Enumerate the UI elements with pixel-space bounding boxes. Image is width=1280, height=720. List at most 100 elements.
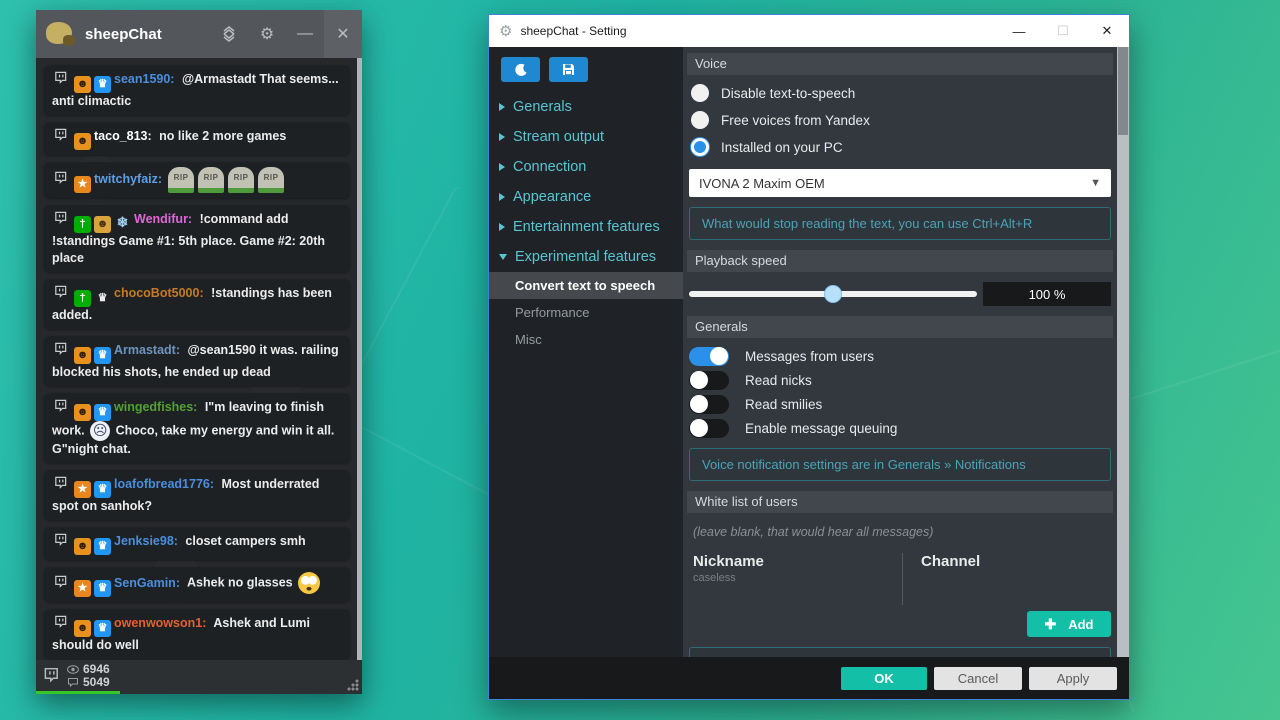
chat-scrollbar[interactable]	[357, 58, 362, 660]
chat-message: †♛chocoBot5000: !standings has been adde…	[44, 279, 350, 329]
sidebar-item-experimental-features[interactable]: Experimental features	[489, 242, 683, 272]
radio-free-voices-from-yandex[interactable]	[691, 111, 709, 129]
voice-select-value: IVONA 2 Maxim OEM	[699, 176, 1090, 191]
viewers-eye-icon	[67, 665, 79, 674]
close-icon[interactable]: ✕	[324, 10, 362, 58]
chat-message: ★twitchyfaiz:RIPRIPRIPRIP	[44, 162, 350, 198]
message-count: 5049	[83, 676, 110, 689]
minimize-icon[interactable]: —	[997, 15, 1041, 47]
apply-button[interactable]: Apply	[1029, 667, 1117, 690]
chat-username[interactable]: chocoBot5000:	[114, 286, 204, 300]
playback-speed-slider[interactable]	[689, 291, 977, 297]
sidebar-item-appearance[interactable]: Appearance	[489, 182, 683, 212]
chat-username[interactable]: SenGamin:	[114, 576, 180, 590]
radio-row-disable-text-to-speech: Disable text-to-speech	[691, 84, 1113, 102]
settings-gear-icon[interactable]: ⚙	[248, 10, 286, 58]
sidebar-item-connection[interactable]: Connection	[489, 152, 683, 182]
crown-badge: ♛	[94, 404, 111, 421]
sidebar-item-performance[interactable]: Performance	[489, 299, 683, 326]
scrollbar-thumb[interactable]	[1118, 47, 1128, 135]
whitelist-nickname-column: Nickname caseless	[693, 553, 902, 605]
chat-message-list[interactable]: ☻♛sean1590: @Armastadt That seems... ant…	[36, 58, 362, 660]
maximize-icon[interactable]: ☐	[1041, 15, 1085, 47]
chat-username[interactable]: Jenksie98:	[114, 534, 178, 548]
chat-username[interactable]: sean1590:	[114, 72, 174, 86]
chat-message-text: no like 2 more games	[156, 129, 287, 143]
voice-select[interactable]: IVONA 2 Maxim OEM ▼	[689, 169, 1111, 197]
chat-message-text: Ashek no glasses	[184, 576, 296, 590]
toggle-label: Enable message queuing	[745, 421, 897, 436]
minimize-icon[interactable]: —	[286, 10, 324, 58]
chat-username[interactable]: Wendifur:	[134, 212, 192, 226]
sidebar-item-stream-output[interactable]: Stream output	[489, 122, 683, 152]
settings-scrollbar[interactable]	[1117, 47, 1129, 657]
close-icon[interactable]: ✕	[1085, 15, 1129, 47]
cancel-button[interactable]: Cancel	[934, 667, 1022, 690]
chat-message: ☻♛Jenksie98: closet campers smh	[44, 527, 350, 560]
moon-icon	[514, 63, 528, 77]
radio-label: Installed on your PC	[721, 140, 843, 155]
crown-badge: ♛	[94, 347, 111, 364]
whitelist-caption: (leave blank, that would hear all messag…	[693, 525, 1111, 539]
sidebar-item-convert-text-to-speech[interactable]: Convert text to speech	[489, 272, 683, 299]
chat-message: ☻♛owenwowson1: Ashek and Lumi should do …	[44, 609, 350, 659]
toggle-messages-from-users[interactable]	[689, 347, 729, 366]
cry-emote: ☹	[90, 421, 110, 441]
toggle-label: Read nicks	[745, 373, 812, 388]
slider-handle[interactable]	[824, 285, 842, 303]
toggle-row-enable-message-queuing: Enable message queuing	[689, 418, 1113, 438]
twitch-icon	[52, 284, 69, 301]
messages-bubble-icon	[67, 677, 79, 687]
chat-username[interactable]: Armastadt:	[114, 343, 180, 357]
sidebar-item-label: Appearance	[513, 189, 591, 205]
floppy-disk-icon	[562, 63, 575, 76]
section-header-generals: Generals	[687, 316, 1113, 338]
ok-button[interactable]: OK	[841, 667, 927, 690]
sidebar-item-entertainment-features[interactable]: Entertainment features	[489, 212, 683, 242]
chat-username[interactable]: loafofbread1776:	[114, 477, 214, 491]
chat-window-title: sheepChat	[85, 26, 210, 43]
toggle-row-read-smilies: Read smilies	[689, 394, 1113, 414]
chat-message: ☻♛wingedfishes: I"m leaving to finish wo…	[44, 393, 350, 463]
chat-username[interactable]: owenwowson1:	[114, 616, 206, 630]
snowflake-badge: ❄	[114, 214, 131, 231]
add-whitelist-user-button[interactable]: ✚ Add	[1027, 611, 1111, 637]
whitelist-channel-column: Channel	[902, 553, 1111, 605]
save-settings-button[interactable]	[549, 57, 588, 82]
chat-message: ★♛loafofbread1776: Most underrated spot …	[44, 470, 350, 520]
radio-label: Disable text-to-speech	[721, 86, 855, 101]
sidebar-item-label: Stream output	[513, 129, 604, 145]
resize-grip[interactable]	[347, 679, 359, 691]
cowboy-badge: ☻	[74, 404, 91, 421]
sidebar-item-generals[interactable]: Generals	[489, 92, 683, 122]
sidebar-item-misc[interactable]: Misc	[489, 326, 683, 353]
section-header-voice: Voice	[687, 53, 1113, 75]
flushed-emote	[298, 572, 320, 594]
twitch-icon	[52, 614, 69, 631]
dark-theme-button[interactable]	[501, 57, 540, 82]
toggle-row-messages-from-users: Messages from users	[689, 346, 1113, 366]
rip-emote: RIP	[168, 167, 194, 193]
settings-titlebar[interactable]: ⚙ sheepChat - Setting — ☐ ✕	[489, 15, 1129, 47]
twitch-icon	[52, 475, 69, 492]
cowboy-badge: ☻	[74, 620, 91, 637]
chat-username[interactable]: taco_813:	[94, 129, 152, 143]
settings-sidebar: Generals Stream output Connection Appearanc…	[489, 47, 683, 657]
chat-message: ★♛SenGamin: Ashek no glasses	[44, 567, 350, 601]
toggle-read-smilies[interactable]	[689, 395, 729, 414]
chat-username[interactable]: wingedfishes:	[114, 400, 197, 414]
twitch-icon	[52, 574, 69, 591]
collapse-expand-icon[interactable]	[210, 10, 248, 58]
toggle-read-nicks[interactable]	[689, 371, 729, 390]
chat-username[interactable]: twitchyfaiz:	[94, 172, 162, 186]
chevron-down-icon: ▼	[1090, 177, 1101, 189]
radio-installed-on-your-pc[interactable]	[691, 138, 709, 156]
twitch-channel-stats[interactable]: 6946 5049	[36, 660, 120, 694]
radio-row-free-voices-from-yandex: Free voices from Yandex	[691, 111, 1113, 129]
viewer-count: 6946	[83, 663, 110, 676]
chat-titlebar[interactable]: sheepChat ⚙ — ✕	[36, 10, 362, 58]
toggle-enable-message-queuing[interactable]	[689, 419, 729, 438]
radio-disable-text-to-speech[interactable]	[691, 84, 709, 102]
section-header-whitelist: White list of users	[687, 491, 1113, 513]
playback-speed-value: 100 %	[983, 282, 1111, 306]
